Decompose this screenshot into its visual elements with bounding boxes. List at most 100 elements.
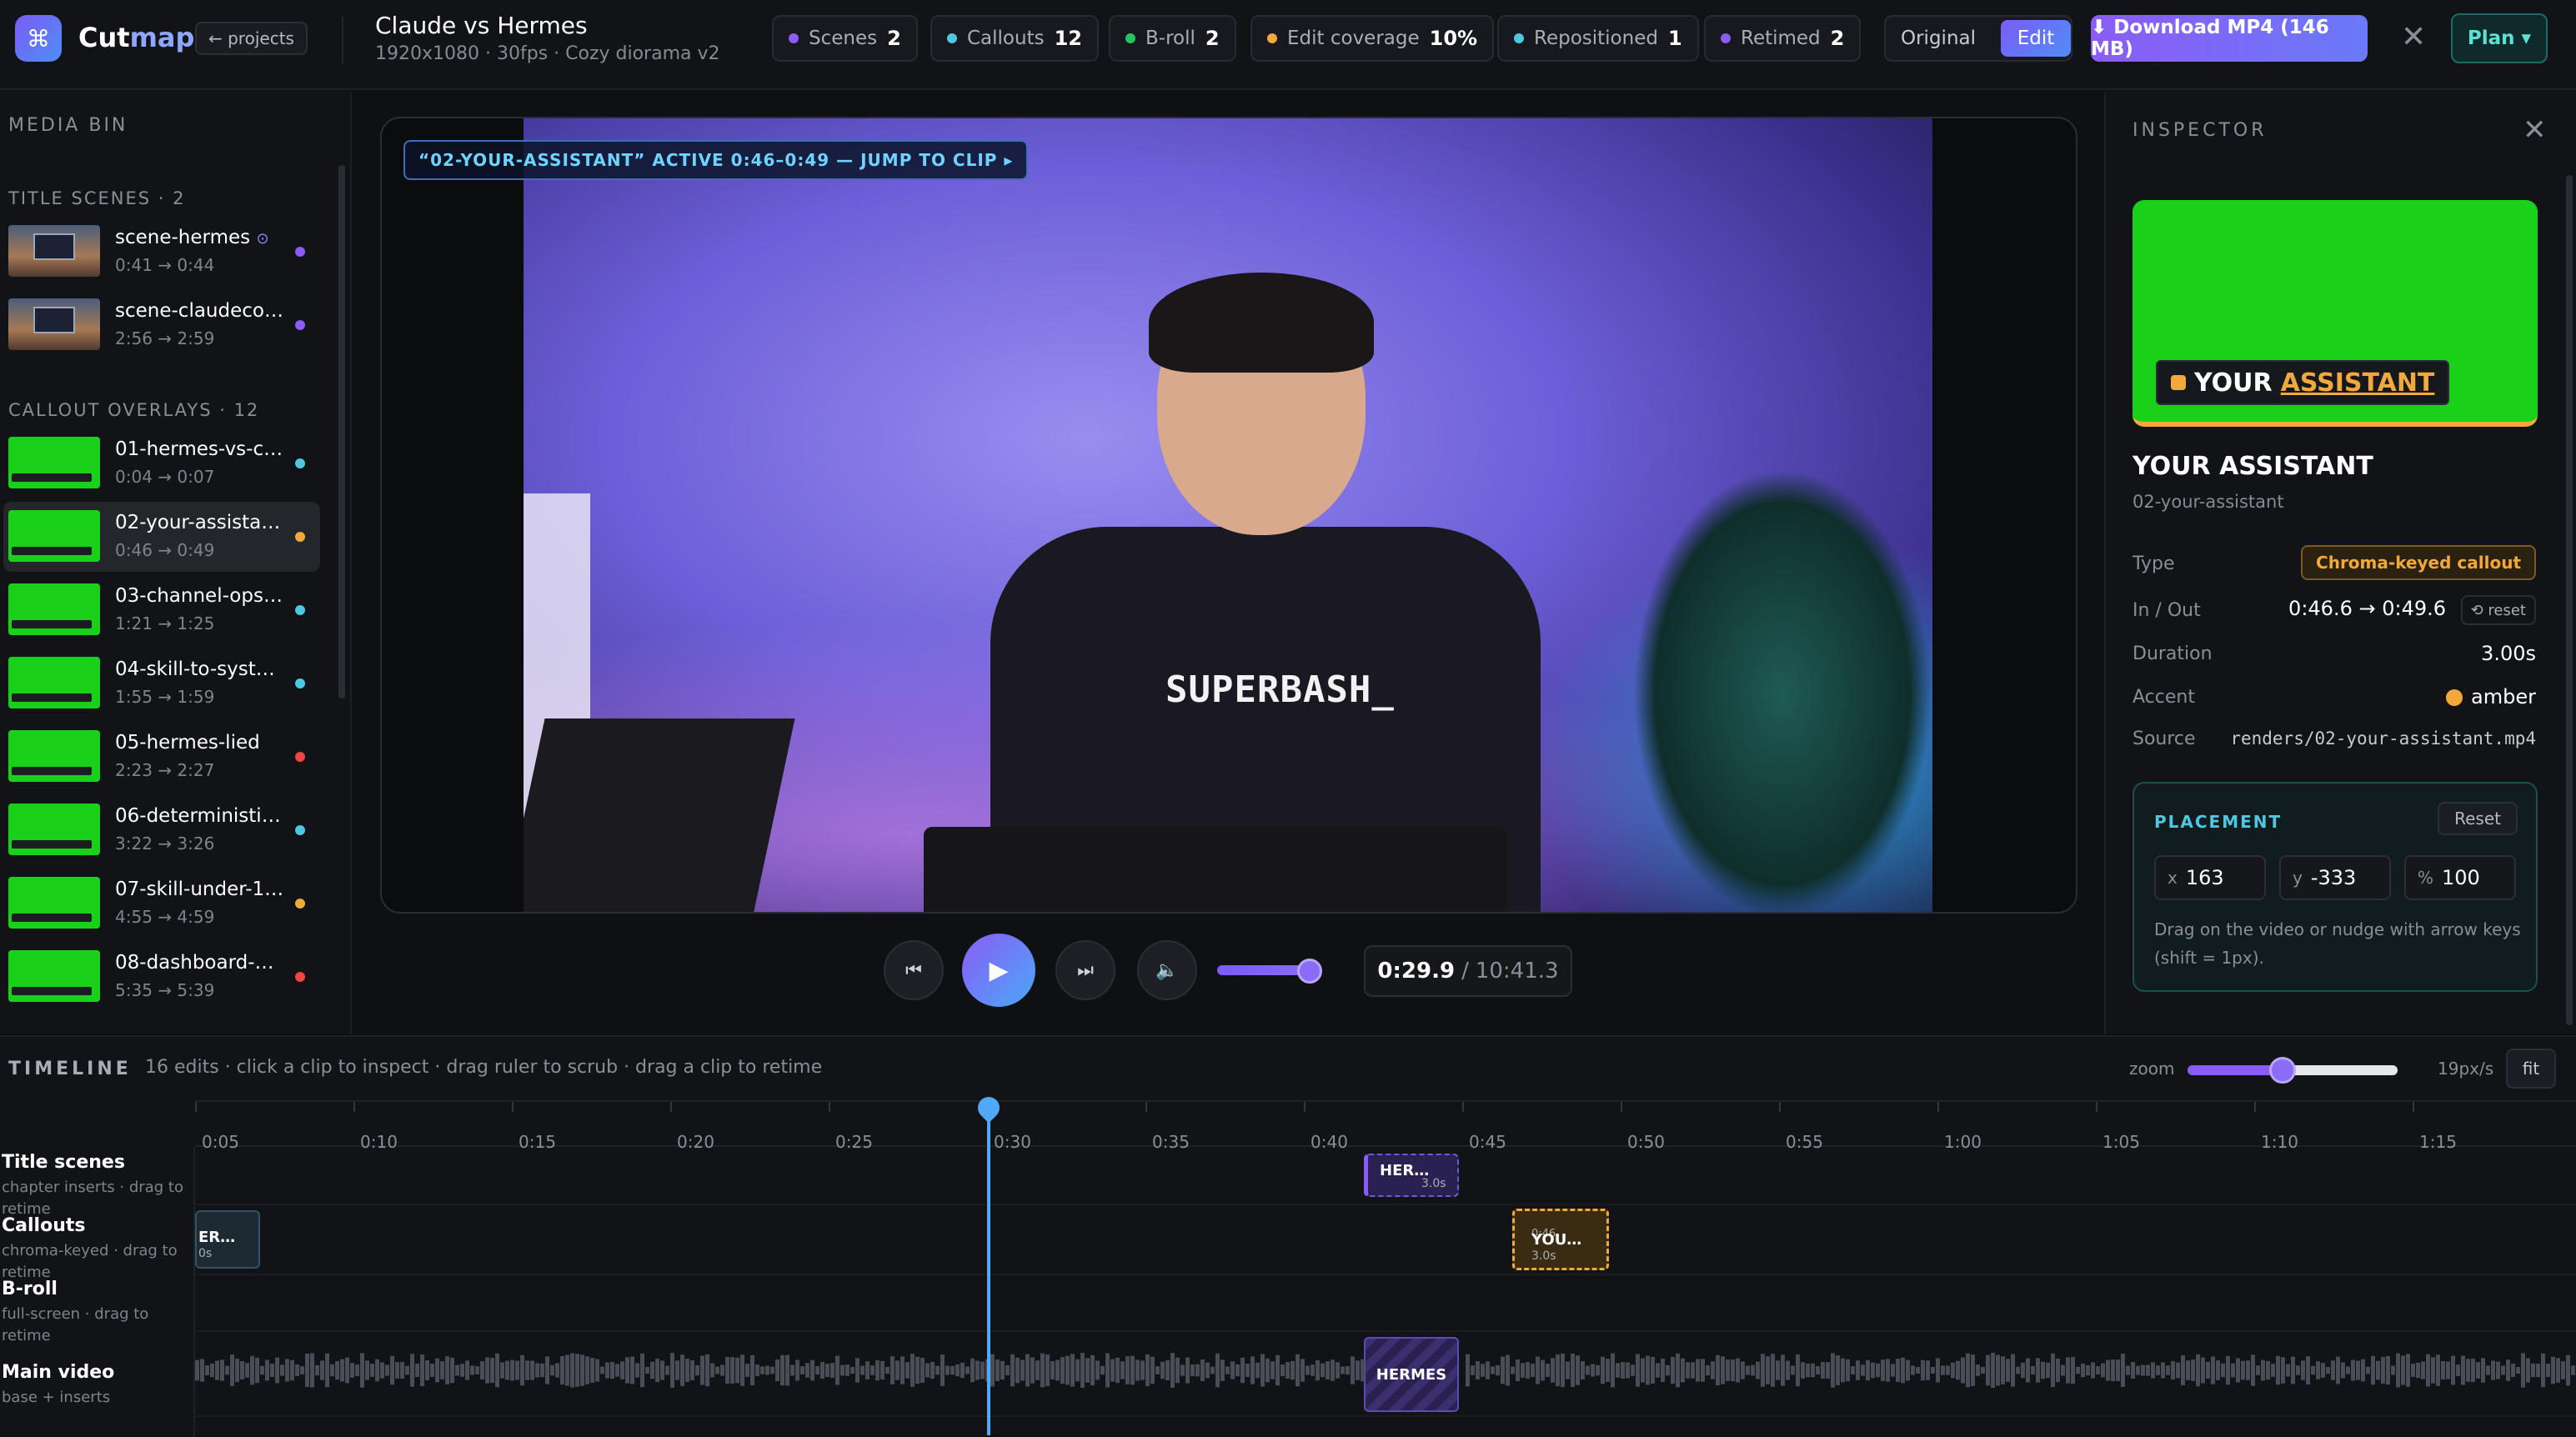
active-callout-jump-button[interactable]: “02-YOUR-ASSISTANT” ACTIVE 0:46–0:49 — J… [403,140,1029,180]
download-mp4-button[interactable]: ⬇ Download MP4 (146 MB) [2091,15,2368,62]
waveform-bar [1135,1359,1140,1381]
skip-back-icon[interactable]: ⏮ [884,940,944,1000]
placement-reset-button[interactable]: Reset [2438,802,2518,835]
waveform-bar [2236,1358,2240,1383]
mode-original-button[interactable]: Original [1901,28,1976,49]
placement-scale-input[interactable]: % 100 [2404,855,2516,900]
bin-item-callout-05[interactable]: 05-hermes-lied 2:23 → 2:27 [3,722,320,792]
callout-thumbnail [8,510,100,562]
waveform-bar [1120,1361,1125,1379]
waveform-bar [275,1357,279,1384]
waveform-bar [1781,1354,1785,1386]
waveform-bar [1035,1360,1040,1380]
timeline-clip-callout-02-selected[interactable]: 0:46 YOU… 3.0s [1512,1209,1609,1270]
bin-item-callout-07[interactable]: 07-skill-under-1… 4:55 → 4:59 [3,869,320,939]
retimed-dot [1721,33,1731,43]
lane-divider [195,1330,2576,1332]
waveform-bar [2196,1354,2200,1387]
waveform-bar [355,1364,359,1376]
waveform-bar [1856,1360,1860,1380]
waveform-bar [1966,1353,1970,1388]
clip-label: YOU… [1531,1231,1582,1249]
bin-item-scene-hermes[interactable]: scene-hermes ⊙ 0:41 → 0:44 [3,217,320,287]
bin-item-callout-08[interactable]: 08-dashboard-… 5:35 → 5:39 [3,942,320,1012]
playhead[interactable] [987,1102,990,1435]
bin-item-callout-02-selected[interactable]: 02-your-assista… 0:46 → 0:49 [3,502,320,572]
waveform-bar [1045,1354,1050,1387]
waveform-bar [1576,1355,1580,1385]
speaker-icon[interactable]: 🔈 [1137,940,1197,1000]
waveform-bar [2451,1355,2455,1385]
waveform-bar [2416,1362,2420,1379]
waveform-bar [1265,1358,1270,1383]
waveform-bar [1821,1362,1825,1379]
waveform-bar [1761,1354,1765,1387]
bin-item-callout-04[interactable]: 04-skill-to-syst… 1:55 → 1:59 [3,648,320,718]
waveform-bar [1215,1353,1220,1388]
video-frame[interactable]: SUPERBASH_ [524,118,1932,912]
waveform-bar [585,1356,589,1384]
close-icon[interactable]: ✕ [2401,20,2426,54]
plan-button[interactable]: Plan ▾ [2451,13,2548,63]
skip-forward-icon[interactable]: ⏭ [1055,940,1115,1000]
bin-item-scene-claudeco[interactable]: scene-claudeco… 2:56 → 2:59 [3,290,320,360]
waveform-bar [1561,1353,1565,1388]
main-audio-waveform [195,1353,2575,1388]
waveform-bar [520,1354,524,1386]
media-bin-scrollbar[interactable] [338,165,345,698]
waveform-bar [2286,1364,2290,1377]
reset-timing-button[interactable]: ⟲ reset [2460,595,2536,625]
ruler-tick: 0:05 [195,1102,239,1152]
bin-item-callout-01[interactable]: 01-hermes-vs-c… 0:04 → 0:07 [3,428,320,498]
waveform-bar [2231,1363,2235,1378]
waveform-bar [2241,1360,2245,1380]
close-icon[interactable]: ✕ [2523,113,2547,147]
zoom-slider-handle[interactable] [2269,1057,2296,1084]
waveform-bar [2126,1365,2130,1375]
stat-callouts-chip[interactable]: Callouts 12 [930,15,1099,62]
timeline-ruler[interactable]: 0:05 0:10 0:15 0:20 0:25 0:30 0:35 0:40 … [195,1100,2576,1152]
waveform-bar [570,1353,574,1388]
play-icon[interactable]: ▶ [962,934,1035,1007]
waveform-bar [1941,1365,1945,1375]
waveform-bar [1285,1362,1290,1379]
waveform-bar [1591,1364,1595,1377]
timeline-clip-scene-hermes[interactable]: HER… 3.0s [1364,1154,1459,1197]
waveform-bar [1651,1356,1655,1384]
bin-item-time: 0:46 → 0:49 [115,540,215,560]
placement-x-input[interactable]: x 163 [2154,855,2266,900]
bin-item-callout-06[interactable]: 06-deterministi… 3:22 → 3:26 [3,795,320,865]
waveform-bar [780,1354,784,1386]
waveform-bar [2211,1356,2215,1384]
stat-repositioned-chip[interactable]: Repositioned 1 [1497,15,1699,62]
media-bin-panel: MEDIA BIN TITLE SCENES · 2 scene-hermes … [0,92,352,1034]
app-logo-icon[interactable]: ⌘ [15,15,62,62]
waveform-bar [1991,1353,1995,1388]
stat-retimed-chip[interactable]: Retimed 2 [1704,15,1862,62]
waveform-bar [350,1363,354,1378]
stat-broll-chip[interactable]: B-roll 2 [1109,15,1236,62]
fit-button[interactable]: fit [2506,1049,2556,1089]
waveform-bar [745,1364,749,1377]
waveform-bar [1716,1354,1720,1386]
waveform-bar [1971,1354,1975,1386]
preview-label-part-a: YOUR [2194,368,2273,398]
waveform-bar [2341,1362,2345,1379]
stat-scenes-chip[interactable]: Scenes 2 [772,15,918,62]
waveform-bar [1661,1359,1665,1382]
waveform-bar [2551,1356,2555,1384]
placement-y-input[interactable]: y -333 [2279,855,2391,900]
timeline-clip-callout-01[interactable]: ER… 0s [195,1210,260,1269]
track-title-scenes: Title scenes [2,1152,125,1173]
bin-item-callout-03[interactable]: 03-channel-ops… 1:21 → 1:25 [3,575,320,645]
waveform-bar [2511,1363,2515,1378]
mode-edit-button[interactable]: Edit [2001,20,2071,57]
inspector-scrollbar[interactable] [2566,175,2573,1025]
video-viewer[interactable]: SUPERBASH_ “02-YOUR-ASSISTANT” ACTIVE 0:… [380,117,2077,914]
stat-edit-coverage-chip[interactable]: Edit coverage 10% [1250,15,1495,62]
waveform-bar [2366,1366,2370,1374]
presenter-hair [1149,273,1374,373]
waveform-bar [2541,1353,2545,1388]
projects-back-button[interactable]: ← projects [195,22,308,55]
volume-slider-handle[interactable] [1297,959,1322,984]
